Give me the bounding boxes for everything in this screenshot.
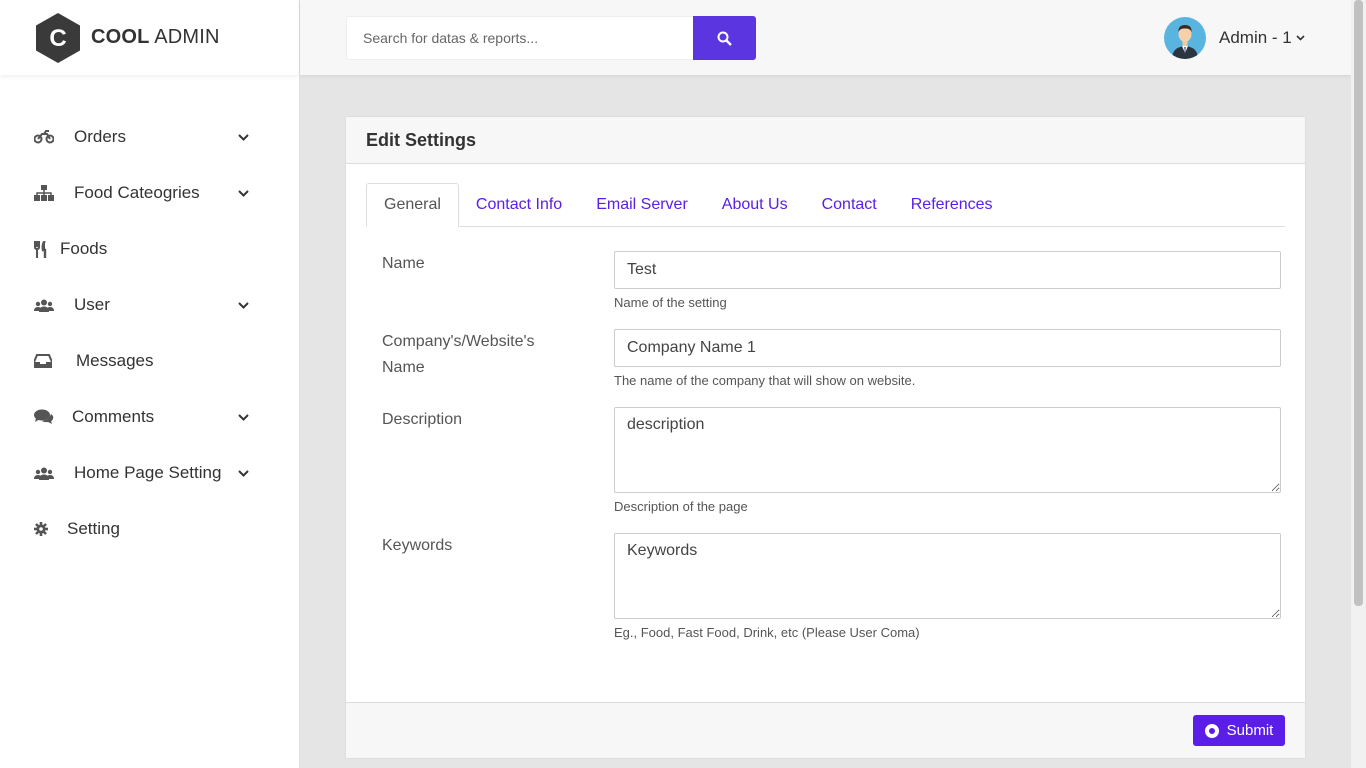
comments-icon: [34, 408, 56, 426]
sidebar-item-user[interactable]: User: [0, 277, 299, 333]
search-icon: [717, 31, 732, 46]
tab-general[interactable]: General: [366, 183, 459, 227]
sidebar-menu: Orders Food Cateogries Foods User Messag…: [0, 109, 299, 557]
tab-contact-info[interactable]: Contact Info: [459, 183, 579, 227]
submit-button[interactable]: Submit: [1193, 715, 1285, 746]
sidebar-item-comments[interactable]: Comments: [0, 389, 299, 445]
user-menu[interactable]: Admin - 1: [1164, 17, 1305, 59]
search-input[interactable]: [346, 16, 693, 60]
sidebar-item-food-categories[interactable]: Food Cateogries: [0, 165, 299, 221]
submit-label: Submit: [1226, 722, 1274, 739]
sidebar-item-foods[interactable]: Foods: [0, 221, 299, 277]
search-bar: [346, 16, 756, 60]
sidebar-item-label: User: [74, 295, 110, 314]
motorcycle-icon: [34, 128, 56, 146]
sidebar-item-home-page-setting[interactable]: Home Page Setting: [0, 445, 299, 501]
sidebar-item-messages[interactable]: Messages: [0, 333, 299, 389]
page-scrollbar[interactable]: [1351, 0, 1366, 768]
users-icon: [34, 296, 56, 314]
card-footer: Submit: [346, 702, 1305, 758]
tab-about-us[interactable]: About Us: [705, 183, 805, 227]
sidebar-item-label: Orders: [74, 127, 126, 146]
sidebar-item-label: Home Page Setting: [74, 463, 222, 482]
company-name-help: The name of the company that will show o…: [614, 373, 916, 388]
inbox-icon: [34, 352, 56, 370]
gear-icon: [34, 520, 49, 538]
sidebar-item-label: Comments: [72, 407, 155, 426]
sidebar-item-label: Setting: [67, 519, 120, 538]
sidebar-item-label: Food Cateogries: [74, 183, 200, 202]
search-button[interactable]: [693, 16, 756, 60]
chevron-down-icon: [237, 411, 249, 423]
user-name: Admin - 1: [1219, 28, 1292, 47]
keywords-help: Eg., Food, Fast Food, Drink, etc (Please…: [614, 625, 920, 640]
top-header: Admin - 1: [300, 0, 1351, 75]
description-help: Description of the page: [614, 499, 748, 514]
chevron-down-icon: [237, 299, 249, 311]
scrollbar-thumb[interactable]: [1354, 0, 1363, 606]
logo-text-regular: ADMIN: [154, 26, 220, 48]
name-label: Name: [382, 255, 425, 272]
svg-text:C: C: [49, 25, 66, 52]
settings-tabs: General Contact Info Email Server About …: [366, 183, 1285, 227]
name-field[interactable]: [614, 251, 1281, 289]
logo-hex-icon: C: [36, 12, 80, 63]
keywords-field[interactable]: Keywords: [614, 533, 1281, 619]
logo[interactable]: C COOL ADMIN: [0, 0, 299, 75]
chevron-down-icon: [237, 187, 249, 199]
utensils-icon: [34, 240, 49, 258]
tab-email-server[interactable]: Email Server: [579, 183, 705, 227]
sidebar-item-setting[interactable]: Setting: [0, 501, 299, 557]
logo-text-bold: COOL: [91, 26, 150, 48]
edit-settings-card: Edit Settings General Contact Info Email…: [345, 116, 1306, 759]
sidebar-item-label: Foods: [60, 239, 108, 258]
sidebar-item-orders[interactable]: Orders: [0, 109, 299, 165]
chevron-down-icon: [237, 131, 249, 143]
company-name-field[interactable]: [614, 329, 1281, 367]
description-field[interactable]: description: [614, 407, 1281, 493]
users-icon: [34, 464, 56, 482]
logo-text: COOL ADMIN: [91, 26, 220, 49]
sitemap-icon: [34, 184, 56, 202]
chevron-down-icon: [1296, 35, 1305, 41]
tab-references[interactable]: References: [894, 183, 1010, 227]
card-title: Edit Settings: [346, 117, 1305, 164]
dot-circle-icon: [1204, 723, 1219, 738]
sidebar: C COOL ADMIN Orders Food Cateogries Food: [0, 0, 300, 768]
keywords-label: Keywords: [382, 537, 453, 554]
chevron-down-icon: [237, 467, 249, 479]
tab-contact[interactable]: Contact: [805, 183, 894, 227]
name-help: Name of the setting: [614, 295, 727, 310]
sidebar-item-label: Messages: [76, 351, 154, 370]
avatar: [1164, 17, 1206, 59]
company-name-label: Company's/Website's Name: [382, 333, 535, 376]
description-label: Description: [382, 411, 463, 428]
